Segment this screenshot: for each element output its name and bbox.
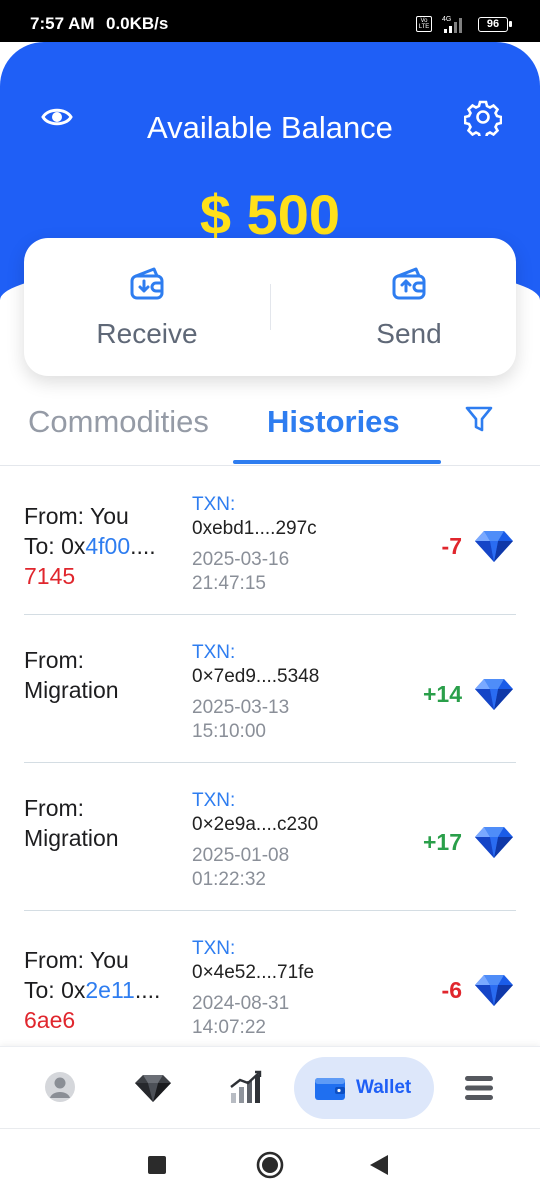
txn-block: TXN: 0×4e52....71fe 2024-08-31 14:07:22 [192, 937, 314, 1040]
status-bar: 7:57 AM 0.0KB/s Vo LTE 4G 96 [0, 0, 540, 42]
address-highlight: 2e11 [85, 977, 135, 1003]
amount: -7 [441, 533, 462, 559]
gem-icon [475, 679, 513, 710]
action-card: Receive Send [24, 238, 516, 376]
party-info: From: You To: 0x4f00.... 7145 [24, 501, 156, 591]
receive-button[interactable]: Receive [24, 238, 270, 376]
txn-block: TXN: 0×2e9a....c230 2025-01-08 01:22:32 [192, 789, 318, 892]
gem-icon [475, 531, 513, 562]
tab-commodities[interactable]: Commodities [28, 404, 209, 440]
tab-bar: Commodities Histories [0, 396, 540, 466]
txn-hash[interactable]: 0xebd1....297c [192, 517, 317, 541]
party-info: From: You To: 0x2e11.... 6ae6 [24, 945, 160, 1035]
tab-histories[interactable]: Histories [267, 404, 400, 440]
address-tail: 7145 [24, 563, 76, 589]
txn-hash[interactable]: 0×7ed9....5348 [192, 665, 319, 689]
to-text: To: 0x4f00.... [24, 533, 156, 559]
history-row[interactable]: From: You To: 0x2e11.... 6ae6 TXN: 0×4e5… [0, 911, 540, 1045]
network-type-label: 4G [442, 16, 451, 23]
txn-label: TXN: [192, 790, 236, 811]
send-button[interactable]: Send [270, 238, 516, 376]
back-icon[interactable] [370, 1155, 388, 1175]
gem-icon [475, 975, 513, 1006]
history-row[interactable]: From: You To: 0x4f00.... 7145 TXN: 0xebd… [0, 467, 540, 615]
txn-label: TXN: [192, 938, 236, 959]
party-info: From: Migration [24, 793, 119, 853]
txn-label: TXN: [192, 494, 236, 515]
home-icon[interactable] [256, 1151, 284, 1179]
bottom-nav: Wallet [0, 1046, 540, 1128]
wallet-receive-icon [130, 267, 164, 300]
from-source: Migration [24, 677, 119, 703]
from-text: From: You [24, 947, 129, 973]
txn-datetime: 2025-01-08 01:22:32 [192, 845, 290, 890]
filter-icon[interactable] [464, 404, 494, 434]
amount: -6 [441, 977, 462, 1003]
txn-label: TXN: [192, 642, 236, 663]
history-row[interactable]: From: Migration TXN: 0×2e9a....c230 2025… [0, 763, 540, 911]
status-network-speed: 0.0KB/s [106, 14, 169, 33]
tab-active-indicator [233, 460, 441, 464]
chart-icon[interactable] [228, 1069, 264, 1105]
address-tail: 6ae6 [24, 1007, 76, 1033]
menu-icon[interactable] [464, 1073, 494, 1103]
from-source: Migration [24, 825, 119, 851]
address-highlight: 4f00 [85, 533, 131, 559]
from-text: From: You [24, 503, 129, 529]
txn-datetime: 2025-03-16 21:47:15 [192, 549, 290, 594]
nav-wallet-button[interactable]: Wallet [294, 1057, 434, 1119]
balance-label: Available Balance [147, 110, 393, 145]
signal-icon: 4G [442, 16, 462, 33]
volte-icon: Vo LTE [416, 16, 432, 32]
txn-block: TXN: 0xebd1....297c 2025-03-16 21:47:15 [192, 493, 317, 596]
txn-block: TXN: 0×7ed9....5348 2025-03-13 15:10:00 [192, 641, 319, 744]
nav-wallet-label: Wallet [356, 1077, 412, 1098]
party-info: From: Migration [24, 645, 119, 705]
txn-datetime: 2024-08-31 14:07:22 [192, 993, 290, 1038]
wallet-screen: 7:57 AM 0.0KB/s Vo LTE 4G 96 Available B… [0, 0, 540, 1200]
battery-icon: 96 [478, 17, 512, 32]
txn-hash[interactable]: 0×2e9a....c230 [192, 813, 318, 837]
gem-icon [475, 827, 513, 858]
from-text: From: [24, 647, 85, 673]
history-row[interactable]: From: Migration TXN: 0×7ed9....5348 2025… [0, 615, 540, 763]
history-list: From: You To: 0x4f00.... 7145 TXN: 0xebd… [0, 467, 540, 1045]
txn-hash[interactable]: 0×4e52....71fe [192, 961, 314, 985]
status-time: 7:57 AM [30, 14, 95, 33]
wallet-send-icon [392, 267, 426, 300]
diamond-icon[interactable] [134, 1073, 172, 1103]
receive-label: Receive [96, 318, 198, 349]
system-nav-bar [0, 1128, 540, 1200]
profile-icon[interactable] [44, 1071, 76, 1103]
from-text: From: [24, 795, 85, 821]
send-label: Send [376, 318, 442, 349]
amount: +14 [422, 681, 462, 707]
amount: +17 [422, 829, 462, 855]
wallet-icon [315, 1078, 345, 1100]
recent-apps-icon[interactable] [148, 1156, 166, 1174]
txn-datetime: 2025-03-13 15:10:00 [192, 697, 290, 742]
to-text: To: 0x2e11.... [24, 977, 161, 1003]
